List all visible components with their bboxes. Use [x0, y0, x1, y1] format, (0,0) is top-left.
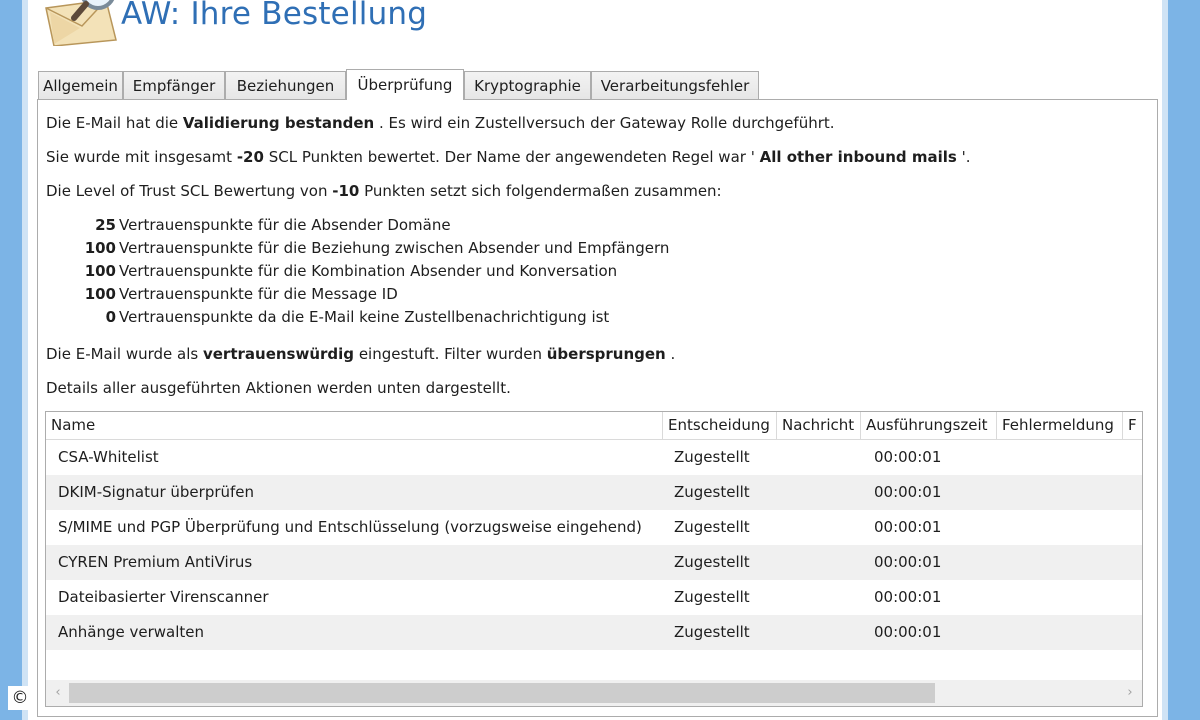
trust-points-value: 25: [95, 216, 116, 234]
envelope-magnifier-icon: [45, 0, 117, 46]
scl-score-line: Sie wurde mit insgesamt -20 SCL Punkten …: [46, 148, 971, 166]
tab-kryptographie[interactable]: Kryptographie: [464, 71, 591, 99]
tab-empfaenger[interactable]: Empfänger: [123, 71, 225, 99]
table-row[interactable]: CYREN Premium AntiVirus Zugestellt 00:00…: [46, 545, 1142, 580]
trust-points-value: 100: [84, 285, 116, 303]
scrollbar-thumb[interactable]: [69, 683, 935, 703]
scroll-left-arrow-icon[interactable]: ‹: [48, 680, 68, 706]
table-row[interactable]: DKIM-Signatur überprüfen Zugestellt 00:0…: [46, 475, 1142, 510]
cell-time: 00:00:01: [874, 483, 942, 501]
copyright-watermark: ©: [8, 686, 32, 710]
actions-table[interactable]: Name Entscheidung Nachricht Ausführungsz…: [45, 411, 1143, 707]
validation-panel: Die E-Mail hat die Validierung bestanden…: [37, 99, 1158, 717]
column-header-decision[interactable]: Entscheidung: [663, 412, 777, 439]
cell-name: CYREN Premium AntiVirus: [58, 553, 253, 571]
column-header-truncated[interactable]: F: [1123, 412, 1142, 439]
table-row[interactable]: S/MIME und PGP Überprüfung und Entschlüs…: [46, 510, 1142, 545]
column-header-message[interactable]: Nachricht: [777, 412, 861, 439]
cell-time: 00:00:01: [874, 553, 942, 571]
cell-time: 00:00:01: [874, 448, 942, 466]
table-header: Name Entscheidung Nachricht Ausführungsz…: [46, 412, 1142, 440]
cell-time: 00:00:01: [874, 623, 942, 641]
scl-score: -20: [236, 148, 264, 166]
trust-points-text: Vertrauenspunkte für die Kombination Abs…: [119, 262, 618, 280]
cell-decision: Zugestellt: [674, 518, 750, 536]
trust-score: -10: [332, 182, 360, 200]
trust-points-value: 100: [84, 239, 116, 257]
tab-beziehungen[interactable]: Beziehungen: [225, 71, 346, 99]
message-window: AW: Ihre Bestellung Allgemein Empfänger …: [28, 0, 1162, 720]
classification-line: Die E-Mail wurde als vertrauenswürdig ei…: [46, 345, 676, 363]
cell-name: DKIM-Signatur überprüfen: [58, 483, 255, 501]
trust-points-value: 100: [84, 262, 116, 280]
trust-points-value: 0: [105, 308, 116, 326]
window-title: AW: Ihre Bestellung: [121, 0, 428, 32]
table-row[interactable]: CSA-Whitelist Zugestellt 00:00:01: [46, 440, 1142, 475]
cell-decision: Zugestellt: [674, 483, 750, 501]
window-frame-left: [0, 0, 22, 720]
cell-name: Anhänge verwalten: [58, 623, 205, 641]
column-header-name[interactable]: Name: [46, 412, 663, 439]
tab-ueberpruefung[interactable]: Überprüfung: [346, 69, 464, 100]
cell-decision: Zugestellt: [674, 623, 750, 641]
tab-allgemein[interactable]: Allgemein: [38, 71, 123, 99]
cell-decision: Zugestellt: [674, 588, 750, 606]
table-row[interactable]: Anhänge verwalten Zugestellt 00:00:01: [46, 615, 1142, 650]
column-header-execution-time[interactable]: Ausführungszeit: [861, 412, 997, 439]
cell-name: S/MIME und PGP Überprüfung und Entschlüs…: [58, 518, 642, 536]
cell-time: 00:00:01: [874, 588, 942, 606]
trust-points-text: Vertrauenspunkte für die Beziehung zwisc…: [119, 239, 670, 257]
cell-decision: Zugestellt: [674, 448, 750, 466]
column-header-error-message[interactable]: Fehlermeldung: [997, 412, 1123, 439]
trust-score-line: Die Level of Trust SCL Bewertung von -10…: [46, 182, 722, 200]
cell-decision: Zugestellt: [674, 553, 750, 571]
filter-result: übersprungen: [546, 345, 666, 363]
trust-points-text: Vertrauenspunkte da die E-Mail keine Zus…: [119, 308, 610, 326]
details-hint: Details aller ausgeführten Aktionen werd…: [46, 379, 511, 397]
validation-status-line: Die E-Mail hat die Validierung bestanden…: [46, 114, 835, 132]
horizontal-scrollbar[interactable]: ‹ ›: [46, 680, 1142, 706]
trust-points-text: Vertrauenspunkte für die Message ID: [119, 285, 398, 303]
cell-time: 00:00:01: [874, 518, 942, 536]
validation-result: Validierung bestanden: [182, 114, 375, 132]
rule-name: All other inbound mails: [759, 148, 957, 166]
classification-result: vertrauenswürdig: [202, 345, 355, 363]
tab-verarbeitungsfehler[interactable]: Verarbeitungsfehler: [591, 71, 759, 99]
window-frame-right: [1168, 0, 1200, 720]
table-row[interactable]: Dateibasierter Virenscanner Zugestellt 0…: [46, 580, 1142, 615]
cell-name: Dateibasierter Virenscanner: [58, 588, 269, 606]
trust-points-text: Vertrauenspunkte für die Absender Domäne: [119, 216, 451, 234]
scroll-right-arrow-icon[interactable]: ›: [1120, 680, 1140, 706]
cell-name: CSA-Whitelist: [58, 448, 159, 466]
